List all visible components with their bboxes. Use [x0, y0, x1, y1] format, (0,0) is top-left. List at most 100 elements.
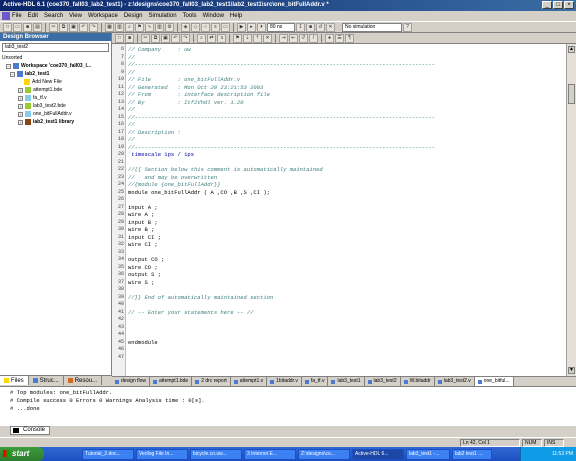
scroll-up-icon[interactable]: ▲	[568, 46, 575, 53]
doc-tab[interactable]: attempt1.bde	[150, 377, 193, 386]
doc-tab[interactable]: W.bitaddr	[401, 377, 435, 386]
tab-files[interactable]: Files	[0, 376, 29, 385]
new-doc-icon[interactable]: □	[115, 33, 124, 43]
clear-bookmarks-icon[interactable]: ✕	[263, 33, 272, 43]
redo-text-icon[interactable]: ↷	[181, 33, 190, 43]
block-diagram-icon[interactable]: ◇	[191, 22, 200, 32]
tree-item-file[interactable]: + one_bitFullAddr.v	[18, 110, 72, 118]
minimize-button[interactable]: _	[542, 1, 552, 9]
menu-edit[interactable]: Edit	[28, 13, 38, 19]
compile-icon[interactable]: ▦	[105, 22, 114, 32]
undo-text-icon[interactable]: ↶	[171, 33, 180, 43]
doc-tab[interactable]: design flow	[112, 377, 151, 386]
next-bookmark-icon[interactable]: ⇣	[243, 33, 252, 43]
taskbar-item[interactable]: Z:\designs\co...	[298, 448, 350, 460]
help-icon[interactable]: ?	[403, 22, 412, 32]
tree-item-file[interactable]: + fa_tf.v	[18, 94, 47, 102]
expand-icon[interactable]: +	[18, 103, 23, 109]
indent-icon[interactable]: ⇥	[279, 33, 288, 43]
library-icon[interactable]: ▥	[155, 22, 164, 32]
menu-search[interactable]: Search	[44, 13, 63, 19]
find-icon[interactable]: ⌕	[125, 22, 134, 32]
comment-icon[interactable]: //	[299, 33, 308, 43]
menu-design[interactable]: Design	[124, 13, 143, 19]
doc-tab[interactable]: fa_tf.v	[302, 377, 329, 386]
menu-window[interactable]: Window	[203, 13, 224, 19]
taskbar-item[interactable]: lab2 test1 ...	[452, 448, 492, 460]
toggle-bookmark-icon[interactable]: ⚑	[233, 33, 242, 43]
new-file-icon[interactable]: □	[3, 22, 12, 32]
tab-resources[interactable]: Resou...	[64, 376, 103, 385]
doc-tab[interactable]: 1bitaddr.v	[267, 377, 302, 386]
menu-view[interactable]: View	[69, 13, 82, 19]
close-button[interactable]: ×	[564, 1, 574, 9]
replace-icon[interactable]: ⇄	[207, 33, 216, 43]
console-icon[interactable]: ▭	[221, 22, 230, 32]
restart-icon[interactable]: ↺	[316, 22, 325, 32]
expand-icon[interactable]: +	[18, 119, 23, 125]
tree-item-library[interactable]: + lab2_test1 library	[18, 118, 74, 126]
end-sim-icon[interactable]: ✕	[326, 22, 335, 32]
tree-item-file[interactable]: + lab3_test2.bde	[18, 102, 66, 110]
outdent-icon[interactable]: ⇤	[289, 33, 298, 43]
design-selector[interactable]: lab3_test2	[2, 43, 109, 52]
scroll-thumb[interactable]	[568, 84, 575, 104]
taskbar-item[interactable]: Active-HDL 6...	[352, 448, 404, 460]
tree-item-design[interactable]: − lab2_test1	[10, 70, 49, 78]
redo-icon[interactable]: ↷	[89, 22, 98, 32]
initialize-sim-icon[interactable]: ▶	[237, 22, 246, 32]
taskbar-item[interactable]: lab3_test1 -...	[406, 448, 450, 460]
breakpoint-icon[interactable]: ●	[325, 33, 334, 43]
tree-item-file[interactable]: + attempt1.bde	[18, 86, 62, 94]
language-assistant-icon[interactable]: ☰	[335, 33, 344, 43]
open-icon[interactable]: ▭	[13, 22, 22, 32]
save-icon[interactable]: ■	[23, 22, 32, 32]
cut-icon[interactable]: ✂	[49, 22, 58, 32]
taskbar-item[interactable]: Verilog File In...	[136, 448, 188, 460]
goto-line-icon[interactable]: ↴	[217, 33, 226, 43]
find-text-icon[interactable]: ⌕	[197, 33, 206, 43]
start-button[interactable]: start	[0, 447, 44, 461]
console-panel[interactable]: # Top modules: one_bitFullAddr. # Compil…	[0, 386, 576, 426]
tree-item-add-file[interactable]: Add New File	[24, 78, 62, 86]
collapse-icon[interactable]: −	[6, 63, 11, 69]
doc-tab[interactable]: one_bitful...	[474, 377, 514, 386]
tab-console[interactable]: Console	[10, 426, 50, 435]
compile-all-icon[interactable]: ▥	[115, 22, 124, 32]
expand-icon[interactable]: +	[18, 111, 23, 117]
fsm-icon[interactable]: ○	[201, 22, 210, 32]
sim-time-field[interactable]: 80 ns	[267, 22, 295, 32]
design-flow-icon[interactable]: ◈	[181, 22, 190, 32]
doc-tab[interactable]: lab3_test1	[328, 377, 365, 386]
collapse-icon[interactable]: −	[10, 71, 15, 77]
doc-tab[interactable]: lab3_test2	[365, 377, 401, 386]
copy-icon[interactable]: ⧉	[59, 22, 68, 32]
taskbar-item[interactable]: 3 Internet E...	[244, 448, 296, 460]
menu-help[interactable]: Help	[230, 13, 242, 19]
run-icon[interactable]: ▸	[247, 22, 256, 32]
doc-tab[interactable]: lab3_test2.v	[435, 377, 475, 386]
scroll-down-icon[interactable]: ▼	[568, 367, 575, 374]
copy-text-icon[interactable]: ⧉	[151, 33, 160, 43]
undo-icon[interactable]: ↶	[79, 22, 88, 32]
taskbar-item[interactable]: Tutorial_2.doc...	[82, 448, 134, 460]
hdl-editor-icon[interactable]: ≡	[211, 22, 220, 32]
sim-status-field[interactable]: No simulation	[342, 22, 402, 32]
settings-icon[interactable]: ⚙	[165, 22, 174, 32]
uncomment-icon[interactable]: /	[309, 33, 318, 43]
taskbar-item[interactable]: bicycle.co.uw...	[190, 448, 242, 460]
vertical-scrollbar[interactable]: ▲ ▼	[566, 44, 576, 376]
bookmark-icon[interactable]: ⚑	[135, 22, 144, 32]
expand-icon[interactable]: +	[18, 95, 23, 101]
tree-item-unsorted[interactable]: Unsorted	[2, 54, 22, 62]
menu-tools[interactable]: Tools	[183, 13, 197, 19]
menu-file[interactable]: File	[12, 13, 22, 19]
cut-text-icon[interactable]: ✂	[141, 33, 150, 43]
print-icon[interactable]: ▤	[33, 22, 42, 32]
prev-bookmark-icon[interactable]: ⇡	[253, 33, 262, 43]
stop-icon[interactable]: ■	[306, 22, 315, 32]
waveform-icon[interactable]: ∿	[145, 22, 154, 32]
doc-tab[interactable]: 2 drc report	[192, 377, 231, 386]
run-for-icon[interactable]: ⏵	[257, 22, 266, 32]
tab-structure[interactable]: Struc...	[29, 376, 64, 385]
